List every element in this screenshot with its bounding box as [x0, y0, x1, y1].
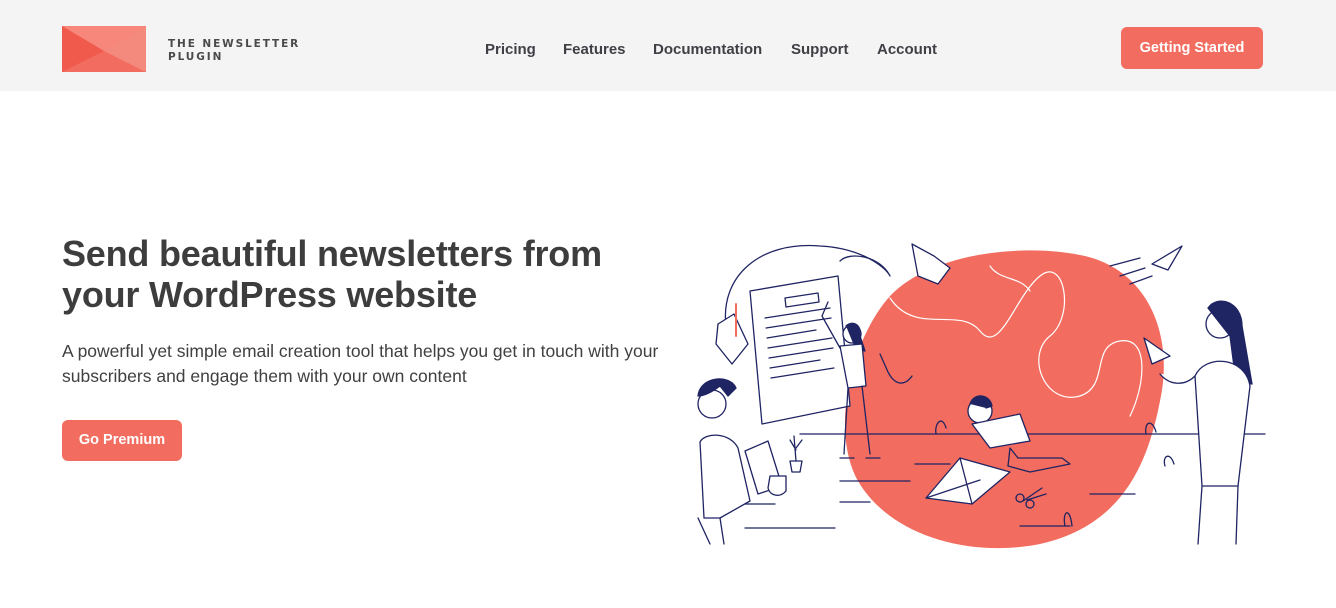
- nav-link-documentation[interactable]: Documentation: [653, 40, 762, 60]
- nav-link-pricing[interactable]: Pricing: [485, 40, 536, 60]
- hero-subtitle: A powerful yet simple email creation too…: [62, 341, 659, 386]
- nav-link-account[interactable]: Account: [877, 40, 937, 60]
- envelope-logo-icon: [62, 26, 146, 72]
- brand-name-line2: PLUGIN: [168, 51, 224, 63]
- brand-wordmark: THE NEWSLETTER PLUGIN: [168, 38, 318, 64]
- go-premium-button[interactable]: Go Premium: [62, 420, 182, 461]
- site-header: THE NEWSLETTER PLUGIN Pricing Features D…: [0, 0, 1336, 91]
- brand-name-line1: THE NEWSLETTER: [168, 38, 301, 50]
- nav-link-support[interactable]: Support: [791, 40, 849, 60]
- nav-link-features[interactable]: Features: [563, 40, 626, 60]
- people-making-paper-planes-illustration: [697, 243, 1266, 549]
- hero-title: Send beautiful newsletters from your Wor…: [62, 233, 602, 315]
- getting-started-button[interactable]: Getting Started: [1121, 27, 1263, 69]
- brand-logo[interactable]: THE NEWSLETTER PLUGIN: [62, 26, 312, 72]
